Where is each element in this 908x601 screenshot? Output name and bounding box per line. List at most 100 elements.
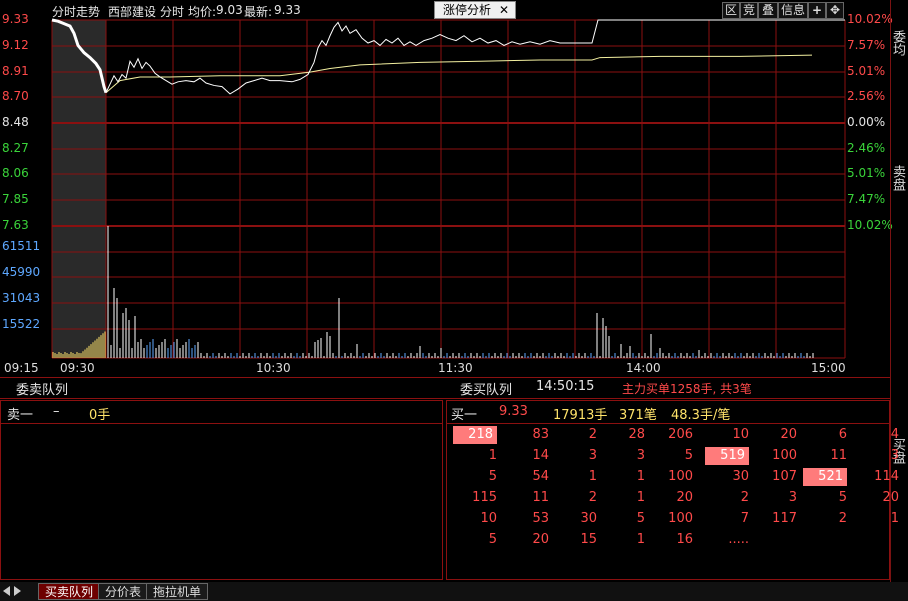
price-tick-7: 7.85 — [2, 192, 29, 206]
price-tick-4: 8.48 — [2, 115, 29, 129]
percent-tick-7: 7.47% — [847, 192, 886, 206]
volume-bars — [52, 226, 814, 358]
tab-price-table[interactable]: 分价表 — [98, 583, 149, 600]
volume-tick-0: 61511 — [2, 239, 41, 253]
buy-queue-panel: 买一 9.33 17913手 371笔 48.3手/笔 218 83 2 28 206 1… — [446, 400, 899, 580]
price-tick-3: 8.70 — [2, 89, 29, 103]
order-cell: 1 — [636, 532, 645, 547]
sell1-qty: 0手 — [89, 408, 111, 423]
percent-tick-5: 2.46% — [847, 141, 886, 155]
sell-queue-title: 委卖队列 — [16, 383, 69, 398]
sell1-label: 卖一 — [7, 408, 34, 423]
intraday-chart[interactable] — [0, 0, 890, 378]
order-cell: ..... — [728, 532, 749, 547]
percent-tick-6: 5.01% — [847, 166, 886, 180]
order-cell: 3 — [788, 490, 797, 505]
tab-scroll-left-icon[interactable] — [3, 586, 10, 596]
order-cell: 5 — [838, 490, 847, 505]
price-line — [105, 19, 845, 95]
order-cell: 20 — [532, 532, 549, 547]
order-cell: 14 — [532, 448, 549, 463]
price-tick-8: 7.63 — [2, 218, 29, 232]
percent-tick-4: 0.00% — [847, 115, 886, 129]
order-cell: 10 — [480, 511, 497, 526]
price-tick-2: 8.91 — [2, 64, 29, 78]
order-cell: 206 — [668, 427, 693, 442]
order-cell: 20 — [780, 427, 797, 442]
order-cell: 1 — [636, 490, 645, 505]
time-tick-4: 14:00 — [626, 361, 661, 375]
order-cell: 4 — [890, 427, 899, 442]
order-cell: 3 — [636, 448, 645, 463]
order-cell: 5 — [636, 511, 645, 526]
side-tab-sell[interactable]: 卖盘 — [890, 165, 908, 213]
order-cell: 114 — [874, 469, 899, 484]
order-cell: 519 — [705, 447, 749, 465]
divider — [0, 377, 890, 378]
order-cell: 218 — [453, 426, 497, 444]
divider — [447, 423, 889, 424]
order-cell: 15 — [580, 532, 597, 547]
chart-grid — [51, 19, 846, 359]
pre-market-shade — [52, 20, 106, 358]
buy-queue-time: 14:50:15 — [536, 379, 595, 394]
time-tick-2: 10:30 — [256, 361, 291, 375]
order-cell: 1 — [588, 469, 597, 484]
price-tick-6: 8.06 — [2, 166, 29, 180]
average-price-line — [105, 54, 813, 94]
order-cell: 2 — [588, 490, 597, 505]
sell1-price: – — [53, 404, 60, 419]
buy-queue-title: 委买队列 — [460, 383, 513, 398]
buy1-qty: 17913手 — [553, 408, 608, 423]
percent-tick-1: 7.57% — [847, 38, 886, 52]
order-cell: 28 — [628, 427, 645, 442]
divider — [0, 398, 890, 399]
tab-buy-sell-queue[interactable]: 买卖队列 — [38, 583, 101, 600]
percent-tick-0: 10.02% — [847, 12, 893, 26]
buy1-avg: 48.3手/笔 — [671, 408, 731, 423]
order-cell: 20 — [676, 490, 693, 505]
order-cell: 54 — [532, 469, 549, 484]
order-cell: 30 — [580, 511, 597, 526]
price-tick-0: 9.33 — [2, 12, 29, 26]
order-cell: 5 — [488, 532, 497, 547]
order-cell: 20 — [882, 490, 899, 505]
divider — [1, 423, 442, 424]
time-tick-5: 15:00 — [811, 361, 846, 375]
side-tab-weijun[interactable]: 委均 — [890, 30, 908, 78]
order-cell: 2 — [740, 490, 749, 505]
order-cell: 16 — [676, 532, 693, 547]
tab-tractor-orders[interactable]: 拖拉机单 — [146, 583, 209, 600]
volume-tick-3: 15522 — [2, 317, 41, 331]
time-tick-3: 11:30 — [438, 361, 473, 375]
order-cell: 11 — [830, 448, 847, 463]
order-cell: 10 — [732, 427, 749, 442]
order-cell: 5 — [488, 469, 497, 484]
tab-scroll-right-icon[interactable] — [14, 586, 21, 596]
order-cell: 117 — [772, 511, 797, 526]
price-tick-1: 9.12 — [2, 38, 29, 52]
percent-tick-3: 2.56% — [847, 89, 886, 103]
order-cell: 1 — [636, 469, 645, 484]
buy1-orders: 371笔 — [619, 408, 657, 423]
order-cell: 1 — [488, 448, 497, 463]
order-cell: 53 — [532, 511, 549, 526]
order-cell: 115 — [472, 490, 497, 505]
order-cell: 100 — [668, 511, 693, 526]
order-cell: 6 — [838, 427, 847, 442]
order-cell: 1 — [890, 511, 899, 526]
order-cell: 3 — [890, 448, 899, 463]
order-cell: 5 — [684, 448, 693, 463]
time-tick-1: 09:30 — [60, 361, 95, 375]
price-tick-5: 8.27 — [2, 141, 29, 155]
order-cell: 107 — [772, 469, 797, 484]
order-cell: 83 — [532, 427, 549, 442]
buy1-label: 买一 — [451, 408, 478, 423]
percent-tick-2: 5.01% — [847, 64, 886, 78]
order-cell: 2 — [588, 427, 597, 442]
order-cell: 7 — [740, 511, 749, 526]
main-buy-note: 主力买单1258手, 共3笔 — [622, 382, 752, 396]
sell-queue-panel: 卖一 – 0手 — [0, 400, 443, 580]
order-cell: 521 — [803, 468, 847, 486]
volume-tick-1: 45990 — [2, 265, 41, 279]
